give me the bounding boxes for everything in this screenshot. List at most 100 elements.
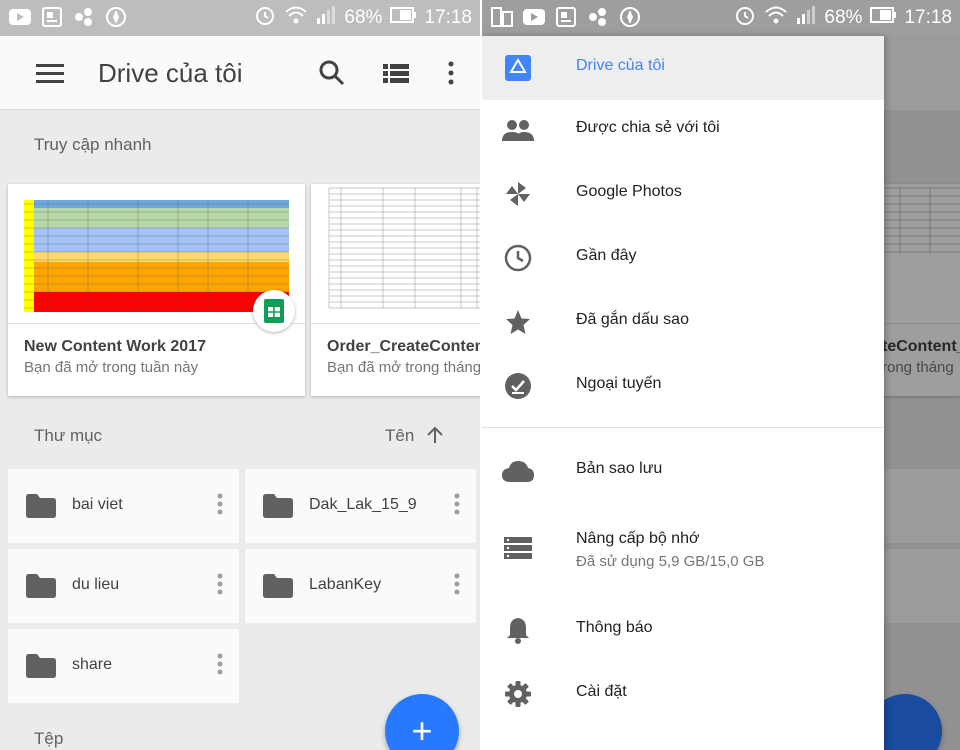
wifi-icon bbox=[284, 5, 308, 31]
drawer-item-label: Nâng cấp bộ nhớ bbox=[576, 530, 700, 547]
folder-name: LabanKey bbox=[309, 576, 382, 593]
drawer-item-label: Được chia sẻ với tôi bbox=[576, 119, 720, 136]
clock-time: 17:18 bbox=[904, 7, 952, 28]
drawer-item-notifications[interactable]: Thông báo bbox=[482, 598, 884, 662]
drawer-item-google-photos[interactable]: Google Photos bbox=[482, 162, 884, 226]
folders-label: Thư mục bbox=[34, 426, 103, 445]
more-vert-icon[interactable] bbox=[454, 573, 460, 600]
folder-name: bai viet bbox=[72, 496, 123, 513]
more-vert-icon[interactable] bbox=[436, 58, 466, 88]
drawer-item-recent[interactable]: Gần đây bbox=[482, 226, 884, 290]
drive-home-screen: 68% 17:18 Drive của tôi Truy cập nhanh N… bbox=[0, 0, 480, 750]
card-subtitle: Bạn đã mở trong tháng bbox=[327, 359, 480, 376]
news-icon bbox=[40, 6, 64, 28]
status-bar: 68% 17:18 bbox=[482, 0, 960, 36]
files-label: Tệp bbox=[34, 729, 64, 748]
folder-name: du lieu bbox=[72, 576, 120, 593]
drawer-scrim[interactable] bbox=[884, 36, 960, 750]
clock-icon bbox=[502, 244, 534, 272]
folder-icon bbox=[263, 574, 293, 603]
folder-icon bbox=[26, 654, 56, 683]
folder-item[interactable]: LabanKey bbox=[245, 549, 476, 623]
drawer-item-label: Ngoại tuyến bbox=[576, 375, 662, 392]
card-title: Order_CreateContent_ bbox=[327, 338, 480, 355]
pinwheel-icon bbox=[502, 180, 534, 208]
folder-name: Dak_Lak_15_9 bbox=[309, 496, 417, 513]
alarm-icon bbox=[734, 4, 756, 32]
list-view-icon[interactable] bbox=[381, 60, 411, 88]
sort-name-label[interactable]: Tên bbox=[385, 426, 414, 446]
signal-icon bbox=[796, 6, 816, 30]
signal-icon bbox=[316, 6, 336, 30]
folder-item[interactable]: share bbox=[8, 629, 239, 703]
bell-icon bbox=[502, 616, 534, 644]
battery-percent: 68% bbox=[824, 7, 863, 28]
more-vert-icon[interactable] bbox=[217, 573, 223, 600]
drawer-item-label: Drive của tôi bbox=[576, 57, 665, 74]
sheets-icon bbox=[253, 290, 295, 332]
quick-access-card[interactable]: Order_CreateContent_ Bạn đã mở trong thá… bbox=[311, 184, 480, 396]
drawer-item-my-drive[interactable]: Drive của tôi bbox=[482, 36, 884, 100]
youtube-icon bbox=[8, 6, 32, 28]
drawer-item-offline[interactable]: Ngoại tuyến bbox=[482, 354, 884, 418]
drawer-item-backups[interactable]: Bản sao lưu bbox=[482, 439, 884, 503]
battery-icon bbox=[870, 7, 897, 29]
document-thumbnail bbox=[311, 184, 480, 324]
plus-icon: + bbox=[411, 710, 433, 750]
new-fab-button[interactable]: + bbox=[385, 694, 459, 750]
wifi-icon bbox=[764, 5, 788, 31]
sort-arrow-up-icon[interactable] bbox=[424, 424, 446, 446]
battery-icon bbox=[390, 7, 417, 29]
cloud-icon bbox=[502, 457, 534, 485]
gear-icon bbox=[502, 680, 534, 708]
drawer-item-label: Đã gắn dấu sao bbox=[576, 311, 689, 328]
dots-app-icon bbox=[72, 6, 96, 28]
star-icon bbox=[502, 308, 534, 336]
drive-icon bbox=[502, 54, 534, 82]
app-bar: Drive của tôi bbox=[0, 36, 480, 110]
phone-tablet-icon bbox=[490, 6, 514, 28]
card-subtitle: Bạn đã mở trong tuần này bbox=[24, 359, 199, 376]
card-title: New Content Work 2017 bbox=[24, 338, 206, 355]
folder-item[interactable]: du lieu bbox=[8, 549, 239, 623]
drawer-item-label: Thông báo bbox=[576, 619, 653, 636]
drawer-item-label: Google Photos bbox=[576, 183, 682, 200]
drawer-item-starred[interactable]: Đã gắn dấu sao bbox=[482, 290, 884, 354]
compass-icon bbox=[104, 6, 128, 28]
drawer-item-label: Gần đây bbox=[576, 247, 637, 264]
more-vert-icon[interactable] bbox=[217, 653, 223, 680]
drawer-divider bbox=[482, 427, 884, 428]
drawer-item-settings[interactable]: Cài đặt bbox=[482, 662, 884, 726]
offline-check-icon bbox=[502, 372, 534, 400]
page-title: Drive của tôi bbox=[98, 58, 243, 88]
folder-item[interactable]: Dak_Lak_15_9 bbox=[245, 469, 476, 543]
drawer-item-upgrade-storage[interactable]: Nâng cấp bộ nhớ Đã sử dụng 5,9 GB/15,0 G… bbox=[482, 510, 884, 584]
quick-access-card[interactable]: New Content Work 2017 Bạn đã mở trong tu… bbox=[8, 184, 305, 396]
status-bar: 68% 17:18 bbox=[0, 0, 480, 36]
dots-app-icon bbox=[586, 6, 610, 28]
more-vert-icon[interactable] bbox=[217, 493, 223, 520]
alarm-icon bbox=[254, 4, 276, 32]
drawer-item-label: Bản sao lưu bbox=[576, 460, 663, 477]
news-icon bbox=[554, 6, 578, 28]
people-icon bbox=[502, 116, 534, 144]
folder-item[interactable]: bai viet bbox=[8, 469, 239, 543]
storage-icon bbox=[502, 534, 534, 562]
folder-icon bbox=[26, 494, 56, 523]
more-vert-icon[interactable] bbox=[454, 493, 460, 520]
quick-access-label: Truy cập nhanh bbox=[34, 135, 152, 154]
folder-name: share bbox=[72, 656, 113, 673]
clock-time: 17:18 bbox=[424, 7, 472, 28]
battery-percent: 68% bbox=[344, 7, 383, 28]
storage-usage-text: Đã sử dụng 5,9 GB/15,0 GB bbox=[576, 553, 765, 570]
folder-icon bbox=[263, 494, 293, 523]
folder-icon bbox=[26, 574, 56, 603]
navigation-drawer: Drive của tôi Được chia sẻ với tôi Googl… bbox=[482, 36, 884, 750]
menu-icon[interactable] bbox=[34, 58, 66, 88]
drive-drawer-screen: teContent_ rong tháng 68% 17:18 Drive củ… bbox=[482, 0, 960, 750]
compass-icon bbox=[618, 6, 642, 28]
drawer-item-label: Cài đặt bbox=[576, 683, 627, 700]
drawer-item-shared[interactable]: Được chia sẻ với tôi bbox=[482, 98, 884, 162]
search-icon[interactable] bbox=[316, 58, 348, 88]
youtube-icon bbox=[522, 6, 546, 28]
